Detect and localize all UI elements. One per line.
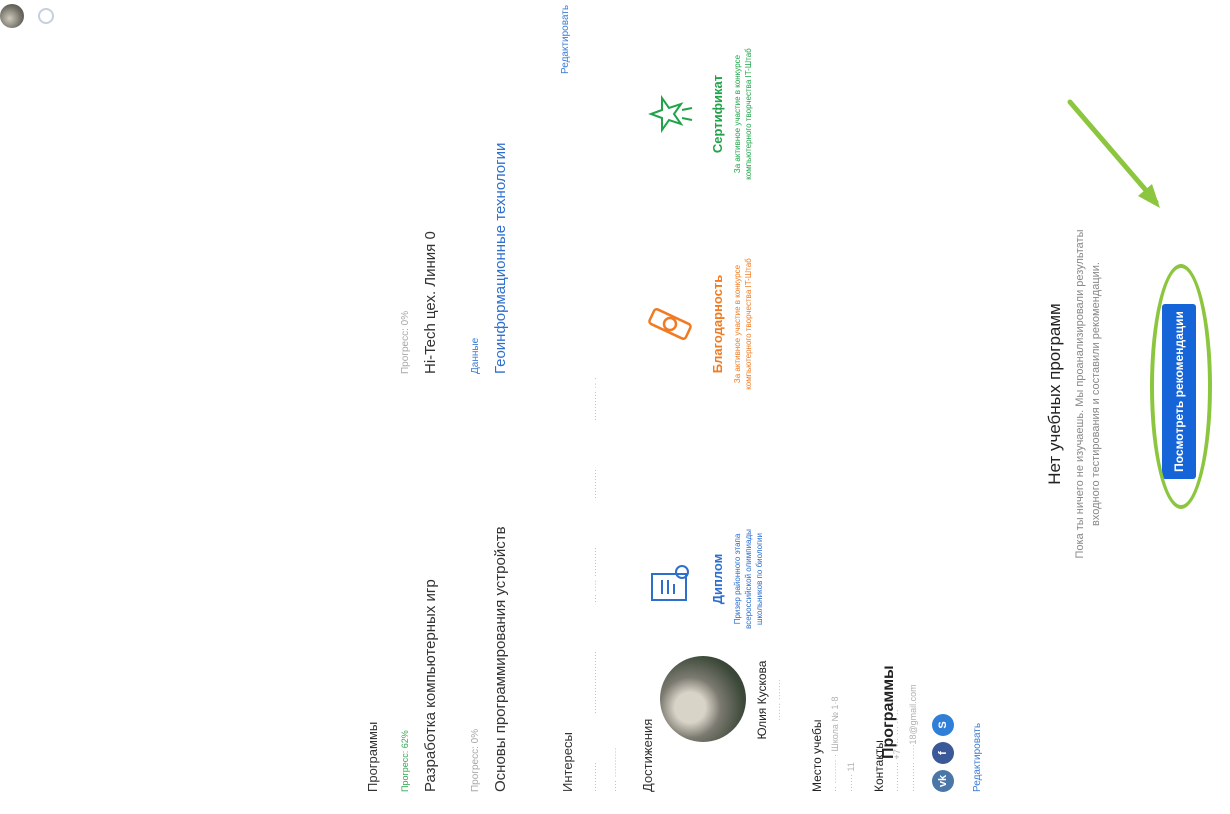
interests-edit-link[interactable]: Редактировать xyxy=(560,5,571,74)
contact-email: ·········· ·····18@gmail.com xyxy=(908,684,918,792)
program-4-title[interactable]: Геоинформационные технологии xyxy=(490,114,512,374)
facebook-icon[interactable]: f xyxy=(932,742,954,764)
profile-avatar xyxy=(660,656,746,742)
interest-tag: ·········· xyxy=(590,469,600,500)
interest-tag: ···· ·········· xyxy=(610,747,620,792)
achievement-desc: За активное участие в конкурсе компьютер… xyxy=(733,48,753,180)
interests-tags: ·········· ····················· ··· ···… xyxy=(590,377,600,792)
ring-icon xyxy=(38,8,54,24)
star-certificate-icon xyxy=(648,94,693,134)
interests-heading: Интересы xyxy=(560,732,575,792)
empty-state-description: Пока ты ничего не изучаешь. Мы проанализ… xyxy=(1074,229,1102,559)
interest-tag: ··· ···· ·········· xyxy=(590,547,600,604)
social-links: vk f S xyxy=(932,714,954,792)
annotation-arrow-icon xyxy=(1067,99,1160,208)
profile-subtitle: ······ ······· xyxy=(774,679,784,721)
place-line2: ······ 11 xyxy=(846,762,856,792)
annotation-ellipse xyxy=(1150,264,1212,509)
program-2-progress: Прогресс: 0% xyxy=(470,728,481,792)
achievement-desc: Призер районного этапа всероссийской оли… xyxy=(733,529,764,629)
program-3-title[interactable]: Hi-Tech цех. Линия 0 xyxy=(420,114,442,374)
rotated-profile-page: Юлия Кускова ······ ······· Место учебы … xyxy=(0,0,1230,814)
diploma-icon xyxy=(651,565,689,601)
program-3-progress: Прогресс: 0% xyxy=(400,310,411,374)
achievement-title: Благодарность xyxy=(710,274,725,374)
medal-icon xyxy=(648,308,692,340)
empty-state-title: Нет учебных программ xyxy=(1045,303,1064,485)
achievement-diploma[interactable]: Диплом Призер районного этапа всероссийс… xyxy=(640,514,790,644)
profile-edit-link[interactable]: Редактировать xyxy=(972,672,983,792)
achievement-certificate[interactable]: Сертификат За активное участие в конкурс… xyxy=(640,44,790,184)
profile-name: Юлия Кускова xyxy=(755,660,769,740)
program-2-title[interactable]: Основы программирования устройств xyxy=(490,492,512,792)
achievement-title: Диплом xyxy=(710,553,725,605)
interest-tag: ·········· xyxy=(590,762,600,792)
programs-heading: Программы xyxy=(365,721,380,792)
vk-icon[interactable]: vk xyxy=(932,770,954,792)
achievement-title: Сертификат xyxy=(710,74,725,154)
place-line1: ·· ········ · Школа № 1·8 xyxy=(830,696,840,792)
program-1-title[interactable]: Разработка компьютерных игр xyxy=(420,492,442,792)
interest-tag: ····················· xyxy=(590,651,600,715)
achievements-heading: Достижения xyxy=(640,718,655,792)
bottom-programs-heading: Программы xyxy=(880,665,897,759)
place-heading: Место учебы xyxy=(810,719,824,792)
header-avatar-icon[interactable] xyxy=(0,4,24,28)
interest-tag: ·········· ·· · xyxy=(590,377,600,422)
skype-icon[interactable]: S xyxy=(932,714,954,736)
achievement-desc: За активное участие в конкурсе компьютер… xyxy=(733,258,753,390)
program-4-tag: Данные xyxy=(470,337,481,374)
achievement-gratitude[interactable]: Благодарность За активное участие в конк… xyxy=(640,254,790,394)
program-1-progress: Прогресс: 62% xyxy=(400,730,410,792)
